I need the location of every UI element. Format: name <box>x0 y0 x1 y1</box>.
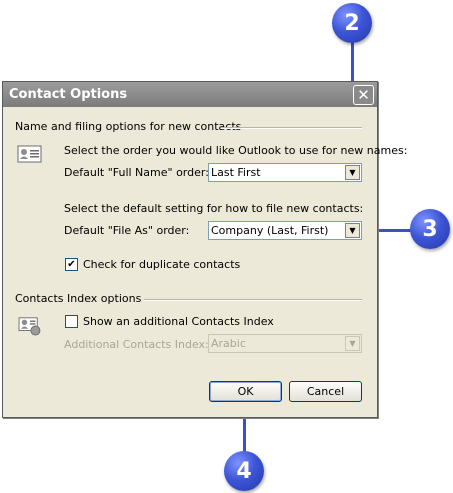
file-as-prompt: Select the default setting for how to fi… <box>64 202 364 215</box>
cancel-button[interactable]: Cancel <box>289 381 362 402</box>
full-name-label: Default "Full Name" order: <box>64 166 209 179</box>
callout-2: 2 <box>332 3 372 43</box>
ok-button[interactable]: OK <box>209 381 282 402</box>
file-as-label: Default "File As" order: <box>64 224 190 237</box>
chevron-down-icon[interactable]: ▼ <box>345 223 360 238</box>
contact-options-dialog: Contact Options ✕ Name and filing option… <box>2 81 407 418</box>
contact-index-icon <box>18 317 41 336</box>
additional-index-label: Additional Contacts Index: <box>64 338 209 351</box>
full-name-prompt: Select the order you would like Outlook … <box>64 144 408 157</box>
full-name-order-value: Last First <box>211 166 261 179</box>
file-as-order-select[interactable]: Company (Last, First) ▼ <box>208 221 362 240</box>
additional-index-select: Arabic ▼ <box>208 334 362 353</box>
dialog-title: Contact Options <box>9 87 128 102</box>
additional-index-checkbox[interactable] <box>65 315 78 328</box>
full-name-order-select[interactable]: Last First ▼ <box>208 163 362 182</box>
close-icon: ✕ <box>357 86 370 104</box>
index-section-heading: Contacts Index options <box>15 292 142 305</box>
name-section-heading: Name and filing options for new contacts <box>15 120 242 133</box>
duplicate-contacts-label: Check for duplicate contacts <box>83 258 241 271</box>
additional-index-value: Arabic <box>211 337 246 350</box>
contact-card-icon <box>17 145 42 163</box>
index-section-divider <box>144 299 362 301</box>
duplicate-contacts-checkbox[interactable]: ✔ <box>65 258 78 271</box>
close-button[interactable]: ✕ <box>353 85 374 105</box>
title-bar: Contact Options ✕ <box>3 82 377 107</box>
name-section-divider <box>221 127 362 129</box>
callout-4: 4 <box>224 451 264 491</box>
file-as-order-value: Company (Last, First) <box>211 224 329 237</box>
callout-3: 3 <box>410 209 450 249</box>
additional-index-checkbox-label: Show an additional Contacts Index <box>83 315 274 328</box>
chevron-down-icon[interactable]: ▼ <box>345 165 360 180</box>
chevron-down-icon: ▼ <box>345 336 360 351</box>
